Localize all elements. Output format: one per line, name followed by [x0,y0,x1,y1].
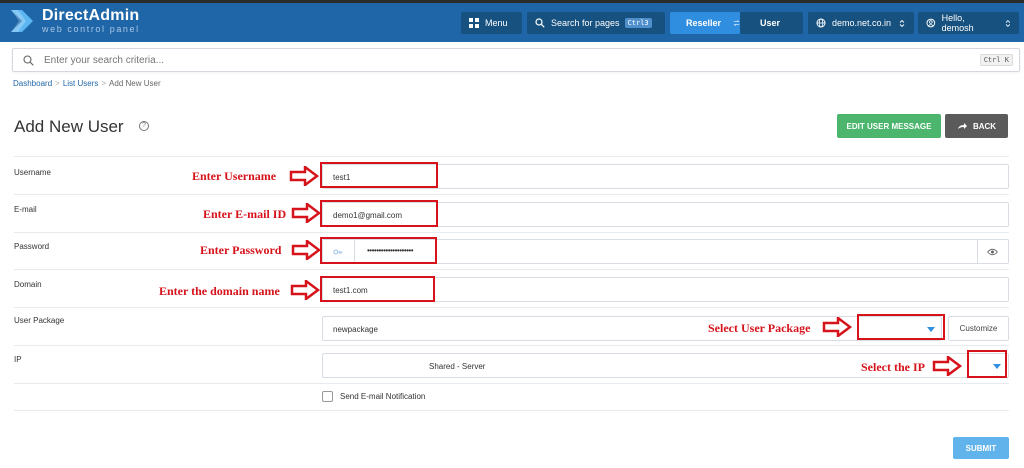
share-arrow-icon [957,123,967,129]
row-divider [14,194,1009,195]
row-divider [14,156,1009,157]
help-icon[interactable]: ? [139,121,149,131]
hello-label: Hello, demosh [941,13,974,33]
eye-icon[interactable] [987,248,998,256]
annotation-arrow-icon [822,317,852,337]
menu-label: Menu [485,18,508,28]
swap-icon [733,19,740,27]
user-toggle[interactable]: User [740,12,803,34]
breadcrumb-dashboard[interactable]: Dashboard [13,79,52,88]
annotation-ip: Select the IP [861,360,925,374]
logo[interactable]: DirectAdmin web control panel [8,7,140,35]
chevron-updown-icon [899,19,905,27]
send-email-notification-checkbox[interactable] [322,391,333,402]
user-circle-icon [926,18,936,28]
breadcrumb-current: Add New User [109,79,161,88]
row-divider [14,410,1009,411]
top-navigation-bar: DirectAdmin web control panel Menu Searc… [0,0,1024,42]
annotation-arrow-icon [290,280,320,300]
username-highlight-box [320,162,438,188]
annotation-arrow-icon [932,356,962,376]
email-highlight-box [320,200,438,227]
globe-icon [816,18,826,28]
annotation-arrow-icon [291,240,321,260]
search-pages-label: Search for pages [551,18,620,28]
user-label: User [760,18,781,28]
row-divider [14,307,1009,308]
menu-button[interactable]: Menu [461,12,522,34]
submit-button[interactable]: SUBMIT [953,437,1009,459]
domain-label: Domain [14,280,42,289]
annotation-password: Enter Password [200,243,282,257]
annotation-username: Enter Username [192,169,277,183]
user-package-label: User Package [14,316,65,325]
password-label: Password [14,242,50,251]
domain-label: demo.net.co.in [832,18,892,28]
package-highlight-box [857,314,945,340]
annotation-arrow-icon [289,166,319,186]
chevron-updown-icon [1005,19,1011,27]
search-icon [535,18,545,28]
search-pages-shortcut: Ctrl3 [624,18,652,28]
search-pages-button[interactable]: Search for pages Ctrl3 [527,12,665,34]
directadmin-logo-icon [8,7,36,35]
ip-highlight-box [967,350,1007,378]
annotation-package: Select User Package [708,321,811,335]
menu-grid-icon [469,18,479,28]
search-shortcut: Ctrl K [979,54,1013,66]
password-highlight-box [320,237,437,264]
row-divider [14,269,1009,270]
user-package-value: newpackage [333,325,378,334]
breadcrumb-list-users[interactable]: List Users [63,79,99,88]
domain-selector[interactable]: demo.net.co.in [808,12,914,34]
user-menu[interactable]: Hello, demosh [918,12,1019,34]
global-search-bar[interactable]: Ctrl K [12,48,1020,72]
page-title: Add New User [14,117,124,136]
ip-value: Shared - Server [429,362,486,371]
annotation-arrow-icon [291,203,321,223]
email-label: E-mail [14,205,37,214]
row-divider [14,232,1009,233]
breadcrumb: Dashboard > List Users > Add New User [13,79,161,88]
customize-button[interactable]: Customize [948,316,1009,341]
username-label: Username [14,168,51,177]
annotation-email: Enter E-mail ID [203,207,287,221]
search-input[interactable] [44,54,980,66]
back-button[interactable]: BACK [945,114,1008,138]
reseller-label: Reseller [686,18,722,28]
back-label: BACK [972,121,997,131]
reseller-toggle[interactable]: Reseller [670,12,740,34]
logo-subtitle: web control panel [42,23,140,34]
annotation-domain: Enter the domain name [159,284,280,298]
edit-user-message-button[interactable]: EDIT USER MESSAGE [837,114,941,138]
row-divider [14,383,1009,384]
row-divider [14,345,1009,346]
search-icon [23,54,34,66]
ip-label: IP [14,355,22,364]
logo-title: DirectAdmin [42,6,140,24]
send-email-notification-label: Send E-mail Notification [340,392,426,401]
domain-highlight-box [320,276,435,302]
